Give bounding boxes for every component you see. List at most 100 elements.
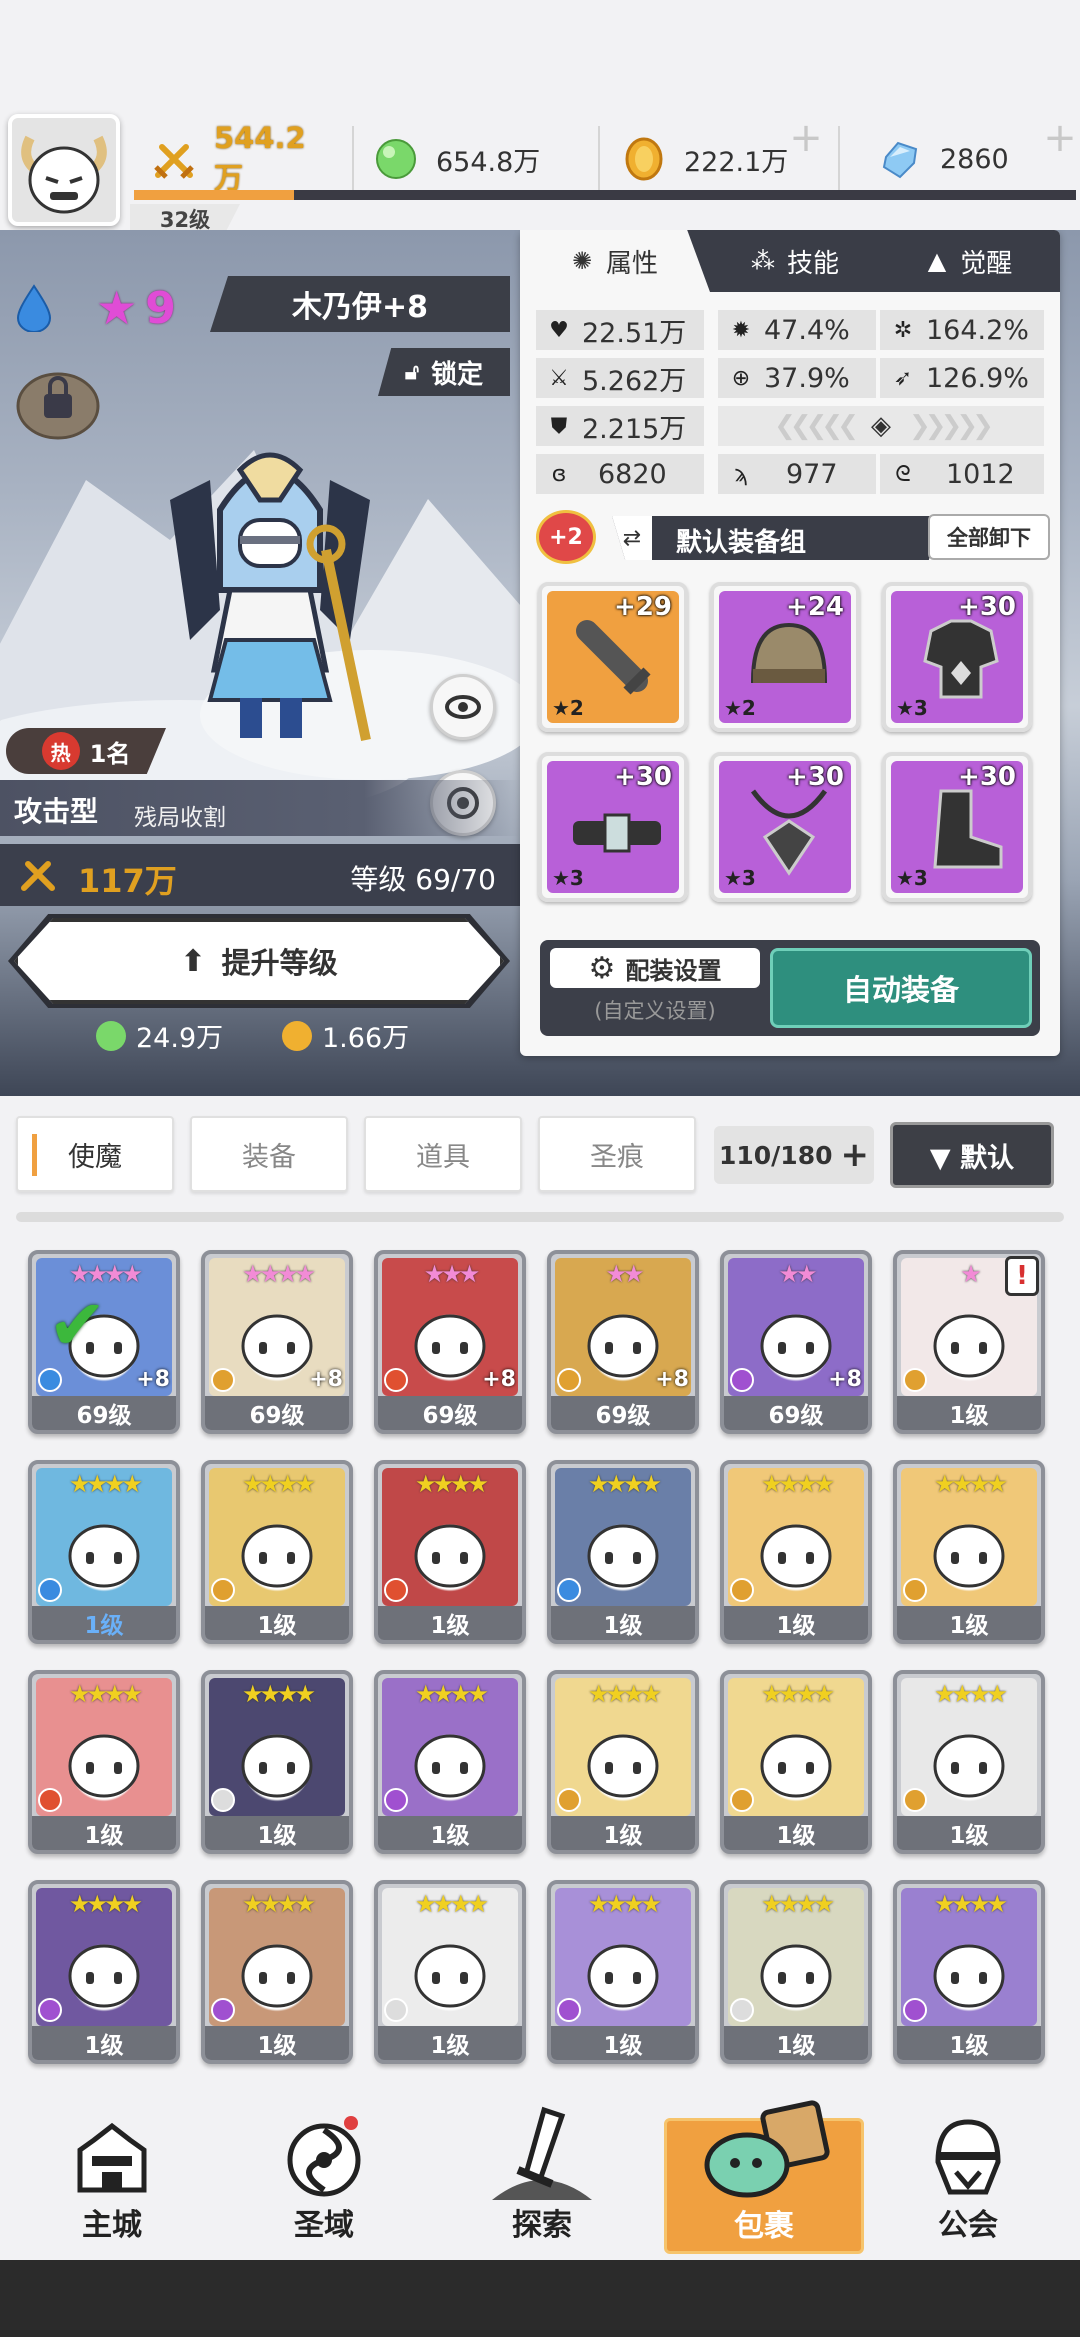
equipment-slot-weapon[interactable]: +29 ★2 [538,582,688,732]
tab-awaken[interactable]: ▲ 觉醒 [880,230,1060,292]
loadout-settings-button[interactable]: ⚙ 配装设置 [550,948,760,988]
lock-button[interactable]: 🔓︎ 锁定 [378,348,510,396]
nav-explore[interactable]: 探索 [442,2100,642,2250]
familiar-plus: +8 [136,1367,170,1392]
familiar-level: 1级 [205,2026,349,2060]
equipment-stars: ★3 [724,866,756,890]
familiar-stars: ★★★★ [587,1680,662,1708]
nav-bag[interactable]: 包裹 [664,2100,864,2254]
familiar-card[interactable]: ★! 1级 [893,1250,1045,1434]
nav-main-city[interactable]: 主城 [12,2100,212,2250]
familiar-card[interactable]: ★★★★ 1级 [374,1670,526,1854]
nav-guild[interactable]: 公会 [868,2100,1068,2250]
familiar-card[interactable]: ★★★★ +8 ✔ 69级 [28,1250,180,1434]
burst-icon: ✹ [731,317,751,343]
familiar-level: 1级 [897,1396,1041,1430]
swap-icon: ⇄ [612,516,652,560]
familiar-card[interactable]: ★★★★ 1级 [720,1460,872,1644]
familiar-stars: ★★★★ [760,1890,835,1918]
familiar-card[interactable]: ★★ +8 69级 [547,1250,699,1434]
familiar-card[interactable]: ★★★★ 1级 [28,1880,180,2064]
crossed-swords-icon [152,137,196,181]
active-tab-indicator [32,1134,37,1176]
set-level-badge[interactable]: +2 [536,510,596,564]
locked-skin-icon[interactable] [12,364,102,444]
familiar-card[interactable]: ★★★★ 1级 [893,1460,1045,1644]
inventory-count[interactable]: 110/180 + [714,1126,874,1184]
tab-skills[interactable]: ⁂ 技能 [710,230,880,292]
tab-items[interactable]: 道具 [364,1116,522,1192]
equipment-slot-belt[interactable]: +30 ★3 [538,752,688,902]
divider [838,126,840,190]
familiar-card[interactable]: ★★ +8 69级 [720,1250,872,1434]
enhance-level: +30 [614,762,672,792]
familiar-card[interactable]: ★★★★ 1级 [28,1670,180,1854]
player-avatar[interactable] [8,114,120,226]
config-sub: (自定义设置) [594,999,716,1023]
element-icon [384,1788,408,1812]
familiar-level: 1级 [551,1816,695,1850]
tab-stigma[interactable]: 圣痕 [538,1116,696,1192]
equipment-stars: ★2 [724,696,756,720]
familiar-card[interactable]: ★★★★ 1级 [201,1460,353,1644]
familiar-card[interactable]: ★★★ +8 69级 [374,1250,526,1434]
equipment-slot-helmet[interactable]: +24 ★2 [710,582,860,732]
familiar-card[interactable]: ★★★★ 1级 [374,1880,526,2064]
equipment-slot-necklace[interactable]: +30 ★3 [710,752,860,902]
familiar-card[interactable]: ★★★★ 1级 [547,1670,699,1854]
familiar-card[interactable]: ★★★★ 1级 [893,1880,1045,2064]
element-icon [557,1998,581,2022]
upgrade-level-button[interactable]: ⬆ 提升等级 [14,918,504,1004]
element-icon [211,1788,235,1812]
stat-s1-value: 6820 [598,458,667,490]
familiar-plus: +8 [309,1367,343,1392]
nav-label: 探索 [512,2208,572,2243]
familiar-stars: ★★ [605,1260,644,1288]
familiar-plus: +8 [482,1367,516,1392]
ranking-badge[interactable]: 热 1名 [6,728,166,774]
familiar-card[interactable]: ★★★★ 1级 [201,1880,353,2064]
element-icon [38,1578,62,1602]
gold-currency: 222.1万 [622,128,802,190]
upgrade-label: 提升等级 [221,946,338,980]
chevrons-decor: ❯❯❯❯❯ [909,411,994,441]
nav-sanctuary[interactable]: 圣域 [224,2100,424,2250]
familiar-card[interactable]: ★★★★ 1级 [547,1460,699,1644]
familiar-stars: ★★★★ [68,1470,143,1498]
tab-equipment[interactable]: 装备 [190,1116,348,1192]
equipment-set-selector[interactable]: ⇄ 默认装备组 [612,516,942,560]
sort-button[interactable]: ▼ 默认 [890,1122,1054,1188]
familiar-stars: ★★★★ [414,1470,489,1498]
familiar-card[interactable]: ★★★★ 1级 [201,1670,353,1854]
enhance-level: +30 [958,762,1016,792]
familiar-plus: +8 [828,1367,862,1392]
familiar-card[interactable]: ★★★★ 1级 [720,1880,872,2064]
stat-crit-dmg-value: 164.2% [926,314,1029,346]
tab-familiars[interactable]: 使魔 [16,1116,174,1192]
familiar-card[interactable]: ★★★★ 1级 [547,1880,699,2064]
familiar-card[interactable]: ★★★★ 1级 [720,1670,872,1854]
familiar-level: 1级 [897,2026,1041,2060]
familiar-card[interactable]: ★★★★ 1级 [28,1460,180,1644]
equipment-slot-boots[interactable]: +30 ★3 [882,752,1032,902]
familiar-card[interactable]: ★★★★ 1级 [374,1460,526,1644]
view-skin-button[interactable] [430,674,496,740]
add-diamond-icon[interactable]: + [1040,118,1080,158]
familiar-level: 69级 [205,1396,349,1430]
add-gold-icon[interactable]: + [786,118,826,158]
hero-stars: ★ 9 [96,280,176,336]
auto-equip-button[interactable]: 自动装备 [770,948,1032,1028]
chevrons-decor: ❮❮❮❮❮ [774,411,859,441]
enhance-level: +24 [786,592,844,622]
sun-icon: ✲ [893,317,913,343]
equipment-slot-armor[interactable]: +30 ★3 [882,582,1032,732]
hero-name: 木乃伊+8 [210,276,510,332]
familiar-stars: ★★★★ [241,1260,316,1288]
config-bar: ⚙ 配装设置 (自定义设置) 自动装备 [540,940,1040,1036]
familiar-level: 1级 [724,1606,868,1640]
familiar-card[interactable]: ★★★★ 1级 [893,1670,1045,1854]
warning-diamond-icon: ◈ [871,411,891,441]
unequip-all-button[interactable]: 全部卸下 [928,514,1050,560]
tab-attributes[interactable]: ✺ 属性 [520,230,710,292]
familiar-card[interactable]: ★★★★ +8 69级 [201,1250,353,1434]
